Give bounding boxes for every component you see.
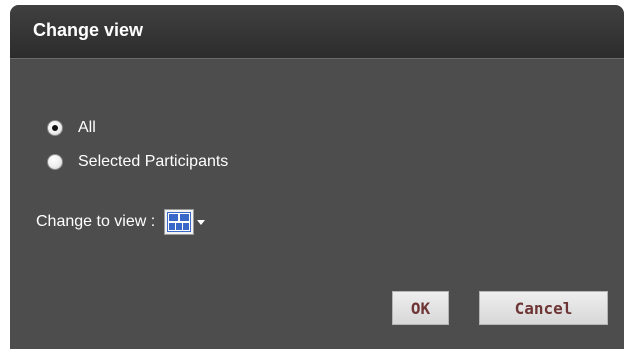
- change-to-view-row: Change to view :: [36, 209, 206, 235]
- radio-option-all[interactable]: All: [47, 119, 96, 137]
- view-layout-dropdown[interactable]: [164, 209, 206, 235]
- dialog-title: Change view: [33, 20, 144, 40]
- dialog-body: All Selected Participants Change to view…: [10, 59, 624, 349]
- chevron-down-icon[interactable]: [197, 219, 206, 225]
- cancel-button[interactable]: Cancel: [479, 291, 608, 325]
- change-to-view-label: Change to view :: [36, 213, 156, 230]
- radio-label-selected-participants: Selected Participants: [78, 153, 229, 170]
- radio-button-all[interactable]: [47, 120, 63, 136]
- change-view-dialog: Change view All Selected Participants Ch…: [10, 5, 624, 349]
- dialog-title-bar[interactable]: Change view: [10, 5, 624, 59]
- radio-label-all: All: [78, 119, 96, 136]
- radio-button-selected-participants[interactable]: [47, 154, 63, 170]
- radio-option-selected-participants[interactable]: Selected Participants: [47, 153, 228, 171]
- ok-button[interactable]: OK: [392, 291, 449, 325]
- grid-layout-icon[interactable]: [164, 209, 195, 235]
